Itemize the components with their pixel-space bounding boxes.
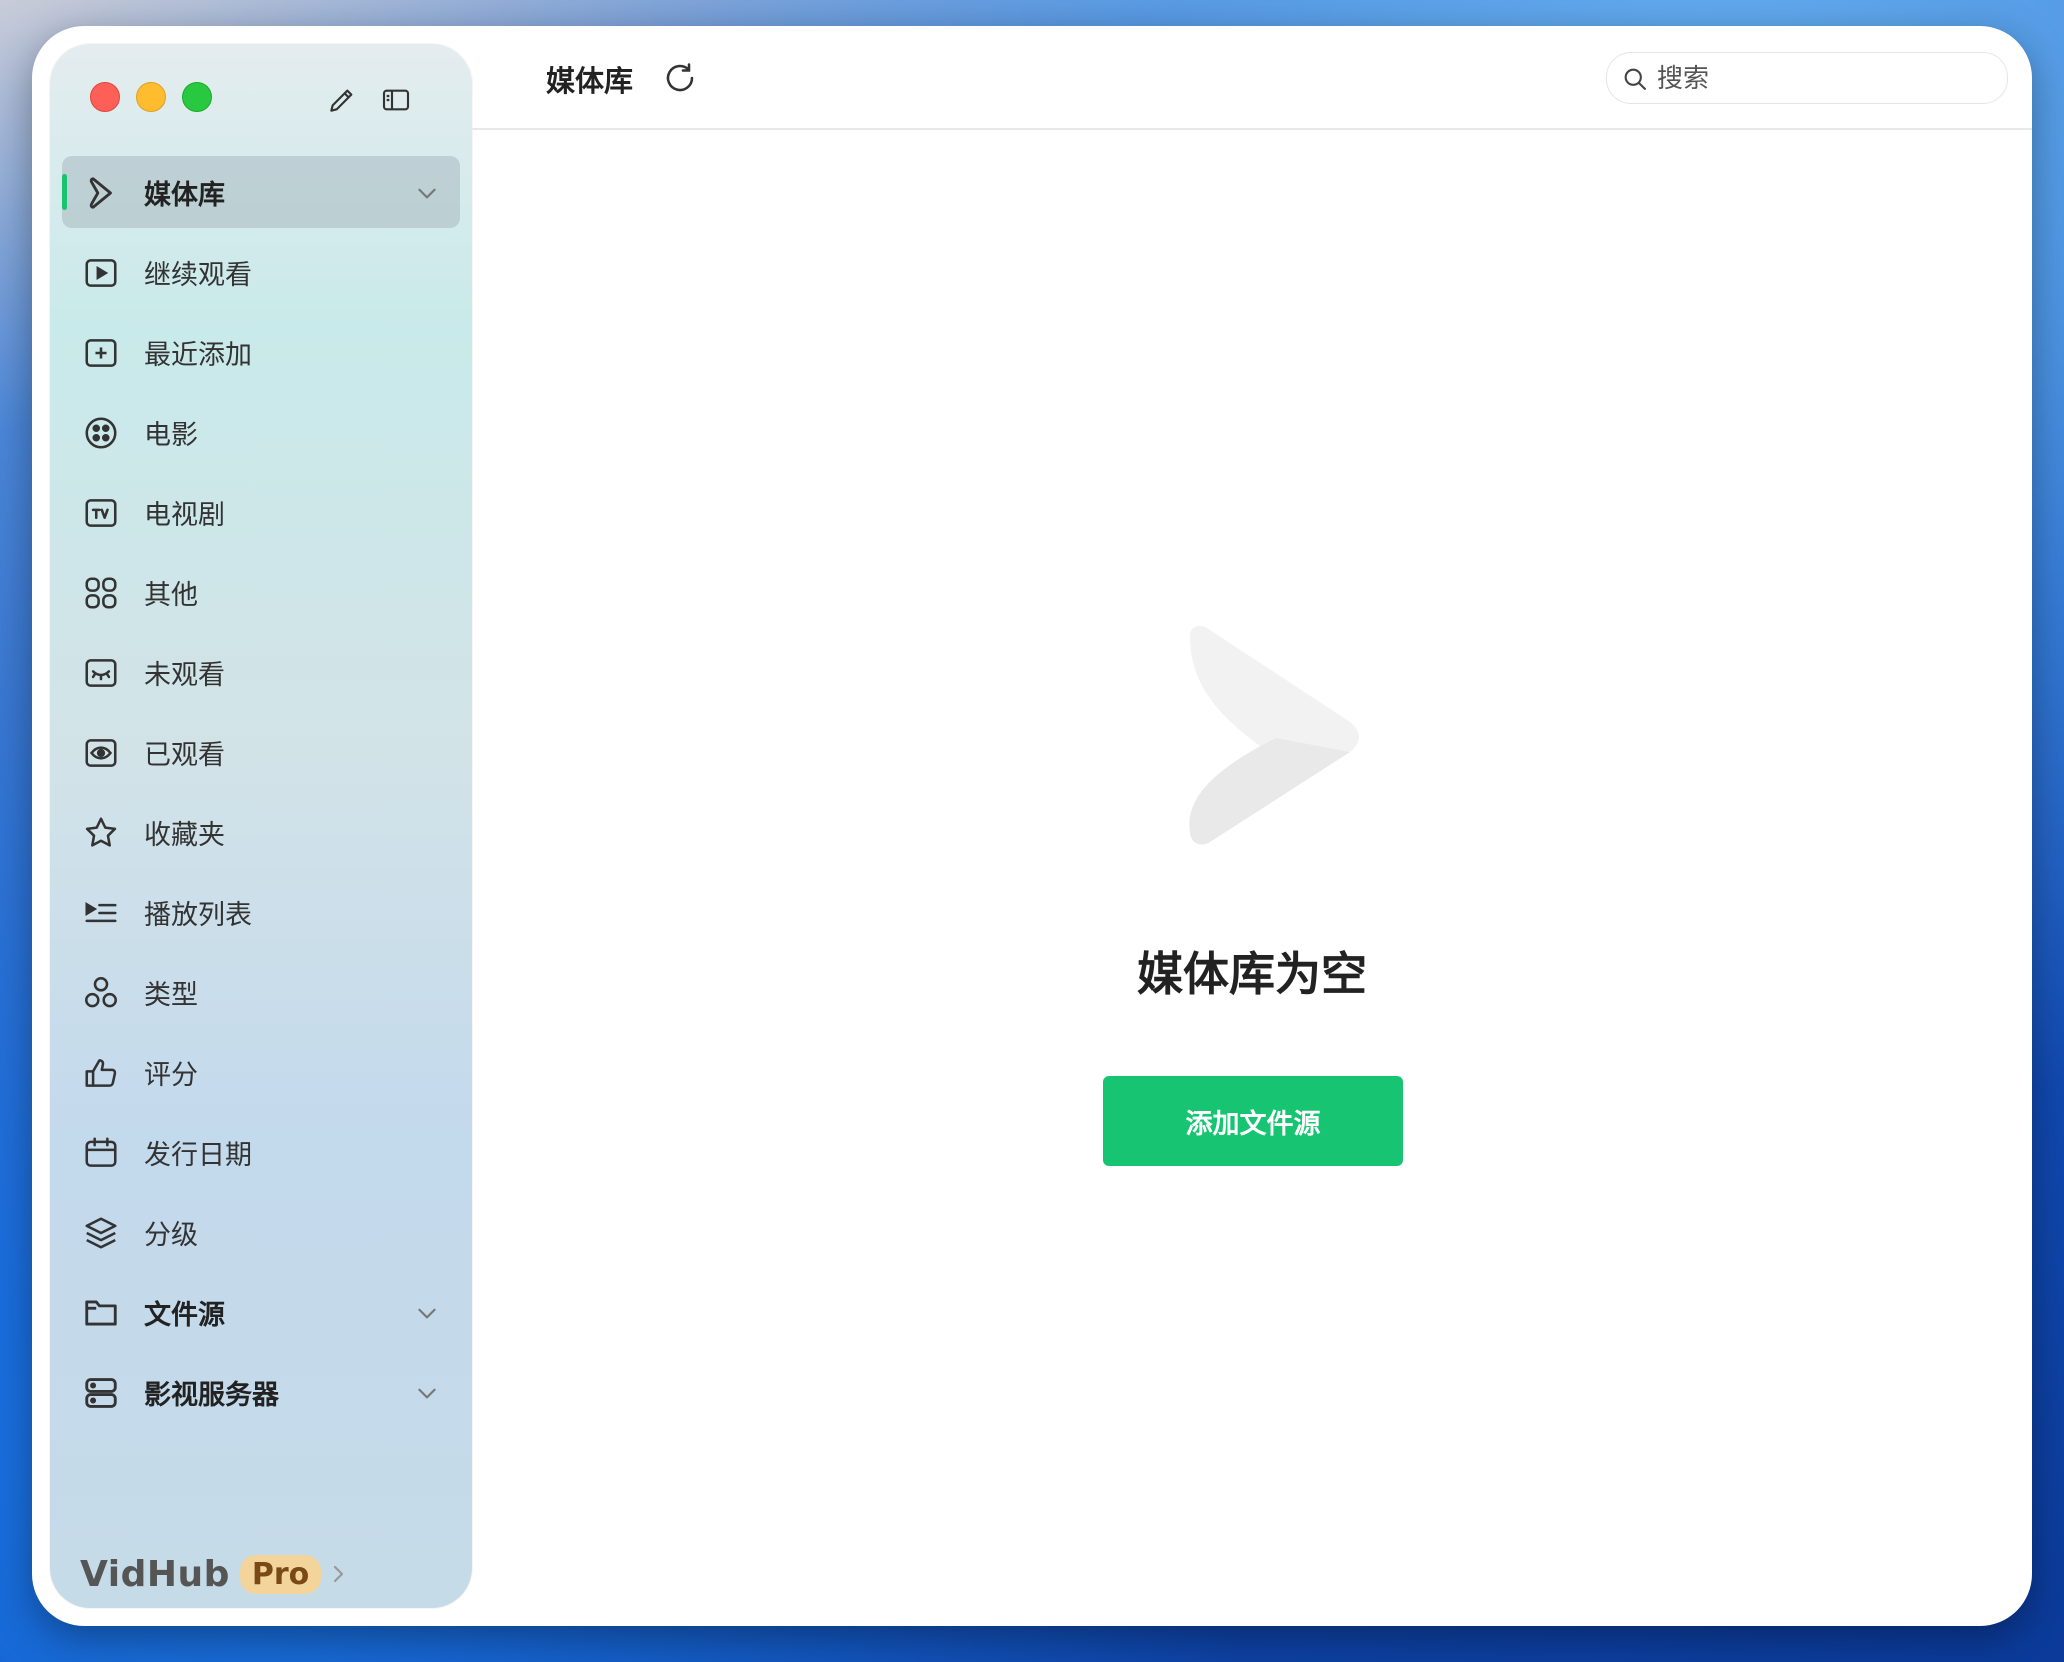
calendar-icon [82,1134,120,1172]
sidebar-item-label: 最近添加 [144,339,252,371]
sidebar-item-ratings[interactable]: 评分 [62,1036,460,1108]
sidebar-item-unwatched[interactable]: 未观看 [62,636,460,708]
eye-closed-icon [82,654,120,692]
play-logo-icon [82,174,120,212]
sidebar-nav: 媒体库 继续观看 最近添加 电影 电视剧 其他 未观看 已观看 收藏夹 播放列表… [62,156,460,1436]
sidebar-item-movies[interactable]: 电影 [62,396,460,468]
search-input[interactable] [1655,59,1989,99]
star-icon [82,814,120,852]
sidebar-item-label: 其他 [144,579,198,611]
search-box[interactable] [1606,52,2008,104]
brand-name: VidHub [80,1553,230,1595]
sidebar-toggle-icon[interactable] [380,84,412,116]
sidebar-item-label: 分级 [144,1219,198,1251]
sidebar-item-label: 电影 [144,419,198,451]
plus-square-icon [82,334,120,372]
add-file-source-button[interactable]: 添加文件源 [1103,1076,1403,1166]
brand-pro-link[interactable]: VidHub Pro [80,1550,349,1598]
page-title: 媒体库 [546,64,634,98]
playlist-icon [82,894,120,932]
refresh-icon[interactable] [662,60,698,96]
folder-icon [82,1294,120,1332]
top-bar: 媒体库 [472,26,2032,130]
layers-icon [82,1214,120,1252]
chevron-right-icon [329,1562,349,1586]
sidebar-item-continue-watching[interactable]: 继续观看 [62,236,460,308]
sidebar-item-favorites[interactable]: 收藏夹 [62,796,460,868]
film-reel-icon [82,414,120,452]
sidebar-item-label: 收藏夹 [144,819,225,851]
sidebar-item-tv-shows[interactable]: 电视剧 [62,476,460,548]
sidebar-item-label: 播放列表 [144,899,252,931]
minimize-window-button[interactable] [136,82,166,112]
sidebar-item-label: 电视剧 [144,499,225,531]
sidebar-item-label: 继续观看 [144,259,252,291]
thumbs-up-icon [82,1054,120,1092]
app-window: 媒体库 继续观看 最近添加 电影 电视剧 其他 未观看 已观看 收藏夹 播放列表… [32,26,2032,1626]
close-window-button[interactable] [90,82,120,112]
play-square-icon [82,254,120,292]
pro-badge: Pro [239,1554,322,1594]
eye-icon [82,734,120,772]
sidebar-item-label: 媒体库 [144,179,225,211]
sidebar-item-release-date[interactable]: 发行日期 [62,1116,460,1188]
sidebar-item-other[interactable]: 其他 [62,556,460,628]
maximize-window-button[interactable] [182,82,212,112]
edit-icon[interactable] [326,84,358,116]
empty-library-logo-icon [1189,626,1359,845]
sidebar-item-genres[interactable]: 类型 [62,956,460,1028]
grid-icon [82,574,120,612]
sidebar-item-playlists[interactable]: 播放列表 [62,876,460,948]
empty-state-title: 媒体库为空 [1137,947,1367,1001]
sidebar-item-label: 文件源 [144,1299,225,1331]
sidebar-item-label: 类型 [144,979,198,1011]
shapes-icon [82,974,120,1012]
sidebar-item-media-library[interactable]: 媒体库 [62,156,460,228]
sidebar-item-label: 已观看 [144,739,225,771]
tv-icon [82,494,120,532]
server-icon [82,1374,120,1412]
sidebar-item-label: 发行日期 [144,1139,252,1171]
sidebar-item-content-rating[interactable]: 分级 [62,1196,460,1268]
sidebar-item-label: 未观看 [144,659,225,691]
sidebar-item-media-servers[interactable]: 影视服务器 [62,1356,460,1428]
chevron-down-icon[interactable] [414,1380,440,1406]
sidebar-item-watched[interactable]: 已观看 [62,716,460,788]
sidebar-item-recently-added[interactable]: 最近添加 [62,316,460,388]
sidebar-item-label: 影视服务器 [144,1379,279,1411]
search-icon [1621,65,1649,93]
chevron-down-icon[interactable] [414,1300,440,1326]
sidebar-item-label: 评分 [144,1059,198,1091]
chevron-down-icon[interactable] [414,180,440,206]
sidebar-item-file-sources[interactable]: 文件源 [62,1276,460,1348]
sidebar: 媒体库 继续观看 最近添加 电影 电视剧 其他 未观看 已观看 收藏夹 播放列表… [50,44,472,1608]
